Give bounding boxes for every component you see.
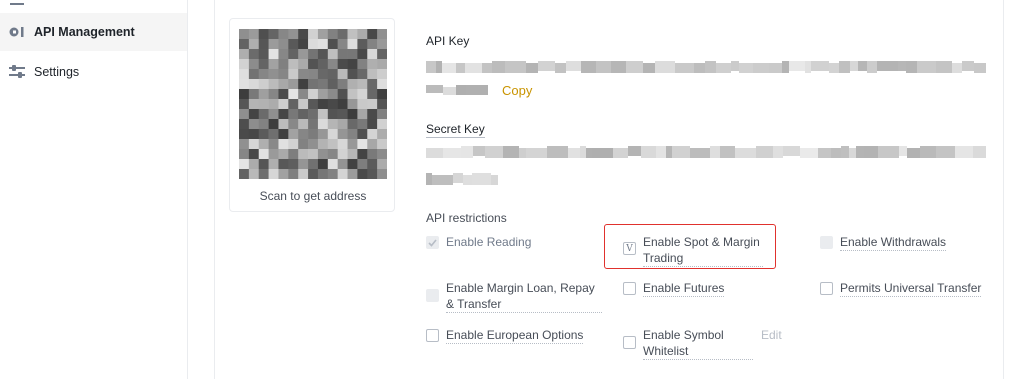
secret-key-value-redacted	[426, 173, 498, 185]
checkbox-mark: V	[626, 243, 633, 254]
api-restrictions-title: API restrictions	[426, 211, 507, 225]
secret-key-label: Secret Key	[426, 122, 485, 138]
permission-enable-symbol-whitelist[interactable]: Enable Symbol Whitelist	[623, 327, 753, 360]
api-icon	[9, 25, 25, 39]
permission-universal-transfer[interactable]: Permits Universal Transfer	[820, 280, 982, 297]
secret-key-value-redacted	[426, 146, 986, 158]
sidebar-item-label: API Management	[34, 25, 135, 39]
qr-card: Scan to get address	[229, 18, 395, 212]
checkbox[interactable]	[820, 282, 833, 295]
checkbox-checked[interactable]: V	[623, 242, 636, 255]
permission-label: Enable Spot & Margin Trading	[643, 234, 763, 267]
previous-nav-item-fragment	[10, 0, 24, 5]
api-key-value-redacted	[426, 61, 986, 73]
sidebar-item-settings[interactable]: Settings	[0, 53, 187, 91]
permission-label: Enable Margin Loan, Repay & Transfer	[446, 280, 602, 313]
permission-label: Enable European Options	[446, 328, 584, 344]
permission-enable-european-options[interactable]: Enable European Options	[426, 327, 584, 344]
checkbox[interactable]	[426, 329, 439, 342]
checkbox[interactable]	[623, 282, 636, 295]
sidebar-item-api-management[interactable]: API Management	[0, 13, 187, 51]
qr-code	[239, 29, 387, 179]
sidebar-item-label: Settings	[34, 65, 80, 79]
checkbox-disabled[interactable]	[820, 236, 833, 249]
permission-label: Enable Symbol Whitelist	[643, 327, 753, 360]
permission-enable-withdrawals[interactable]: Enable Withdrawals	[820, 234, 947, 251]
edit-whitelist-button[interactable]: Edit	[761, 328, 782, 342]
checkbox[interactable]	[623, 336, 636, 349]
permission-label: Enable Futures	[643, 281, 725, 297]
permission-label: Enable Withdrawals	[840, 235, 947, 251]
permission-label: Permits Universal Transfer	[840, 281, 982, 297]
permission-enable-spot-margin-trading[interactable]: V Enable Spot & Margin Trading	[623, 234, 763, 267]
api-key-value-redacted	[426, 85, 488, 95]
qr-caption: Scan to get address	[259, 189, 367, 203]
checkbox-checked-disabled[interactable]	[426, 236, 439, 249]
api-key-label: API Key	[426, 34, 470, 48]
copy-button[interactable]: Copy	[502, 83, 532, 98]
permission-enable-margin-loan[interactable]: Enable Margin Loan, Repay & Transfer	[426, 280, 602, 313]
permission-label: Enable Reading	[446, 235, 532, 249]
permission-enable-futures[interactable]: Enable Futures	[623, 280, 725, 297]
sliders-icon	[9, 65, 25, 79]
sidebar: API Management Settings	[0, 0, 188, 379]
permission-enable-reading[interactable]: Enable Reading	[426, 234, 531, 250]
checkbox-disabled[interactable]	[426, 289, 439, 302]
